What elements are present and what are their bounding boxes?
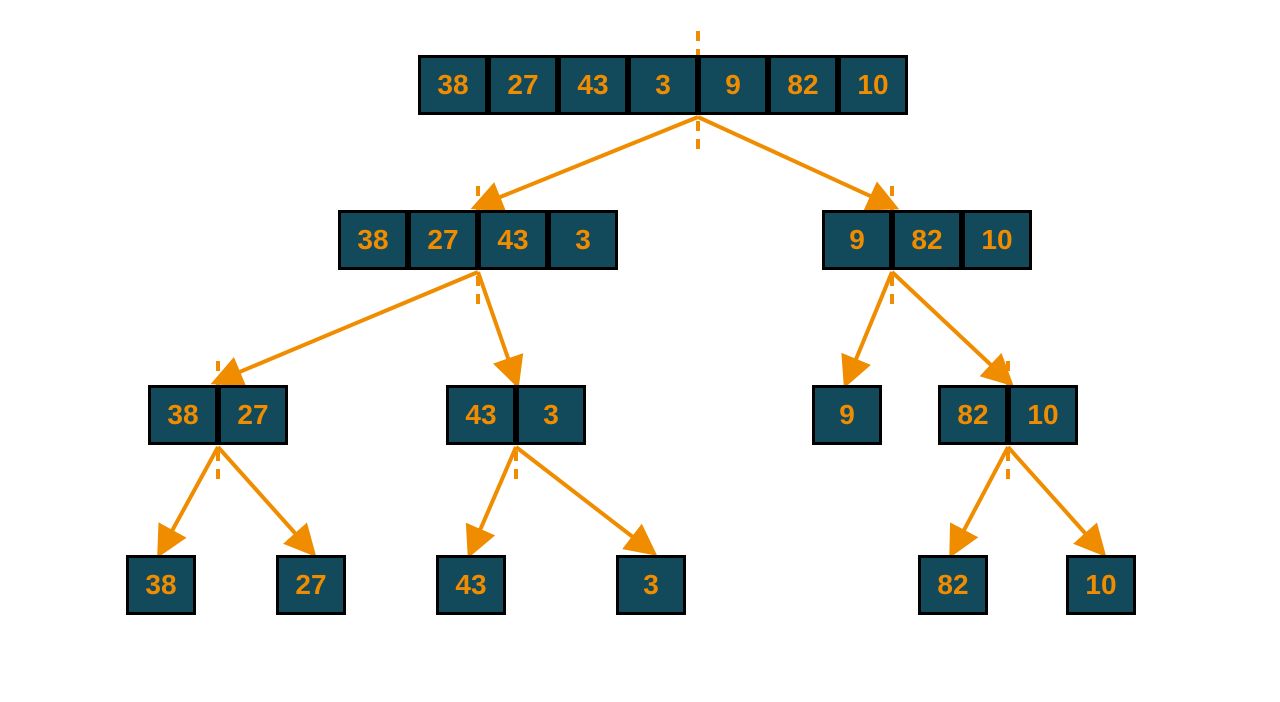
array-cell-value: 43: [455, 569, 486, 601]
tree-edge-arrow: [892, 272, 1008, 381]
array-cell-value: 9: [839, 399, 855, 431]
array-cell-value: 10: [981, 224, 1012, 256]
tree-edge-arrow: [1008, 447, 1101, 551]
array-cell: 3: [616, 555, 686, 615]
tree-edge-arrow: [478, 117, 698, 206]
array-cell-value: 43: [497, 224, 528, 256]
array-cell-value: 38: [167, 399, 198, 431]
array-cell: 3: [628, 55, 698, 115]
array-cell: 9: [812, 385, 882, 445]
array-cell: 38: [148, 385, 218, 445]
array-cell: 38: [126, 555, 196, 615]
array-cell: 43: [478, 210, 548, 270]
array-cell: 82: [938, 385, 1008, 445]
array-cell: 27: [408, 210, 478, 270]
array-cell-value: 27: [237, 399, 268, 431]
array-cell: 43: [446, 385, 516, 445]
tree-edge-arrow: [698, 117, 892, 206]
array-cell-value: 3: [655, 69, 671, 101]
array-cell-value: 38: [145, 569, 176, 601]
array-cell: 27: [218, 385, 288, 445]
tree-edge-arrow: [847, 272, 892, 381]
array-cell: 27: [488, 55, 558, 115]
array-cell-value: 9: [849, 224, 865, 256]
array-cell-value: 27: [507, 69, 538, 101]
array-cell-value: 38: [357, 224, 388, 256]
array-cell-value: 27: [427, 224, 458, 256]
array-cell: 27: [276, 555, 346, 615]
array-cell-value: 3: [575, 224, 591, 256]
tree-edge-arrow: [218, 272, 478, 381]
array-cell: 3: [516, 385, 586, 445]
array-cell: 38: [418, 55, 488, 115]
array-cell: 82: [892, 210, 962, 270]
array-cell-value: 38: [437, 69, 468, 101]
array-cell: 3: [548, 210, 618, 270]
tree-edge-arrow: [953, 447, 1008, 551]
tree-edge-arrow: [471, 447, 516, 551]
tree-edge-arrow: [478, 272, 516, 381]
array-cell-value: 9: [725, 69, 741, 101]
array-cell: 10: [1008, 385, 1078, 445]
array-cell-value: 10: [857, 69, 888, 101]
array-cell: 43: [436, 555, 506, 615]
array-cell: 82: [768, 55, 838, 115]
array-cell-value: 82: [911, 224, 942, 256]
tree-edge-arrow: [161, 447, 218, 551]
array-cell: 9: [698, 55, 768, 115]
array-cell-value: 82: [937, 569, 968, 601]
array-cell-value: 82: [787, 69, 818, 101]
array-cell: 10: [838, 55, 908, 115]
array-cell-value: 3: [543, 399, 559, 431]
array-cell: 9: [822, 210, 892, 270]
array-cell: 38: [338, 210, 408, 270]
array-cell-value: 82: [957, 399, 988, 431]
array-cell-value: 10: [1027, 399, 1058, 431]
array-cell-value: 43: [465, 399, 496, 431]
array-cell-value: 10: [1085, 569, 1116, 601]
array-cell: 43: [558, 55, 628, 115]
array-cell: 10: [962, 210, 1032, 270]
array-cell-value: 27: [295, 569, 326, 601]
tree-edge-arrow: [218, 447, 311, 551]
array-cell-value: 43: [577, 69, 608, 101]
array-cell: 82: [918, 555, 988, 615]
array-cell-value: 3: [643, 569, 659, 601]
array-cell: 10: [1066, 555, 1136, 615]
tree-edge-arrow: [516, 447, 651, 551]
